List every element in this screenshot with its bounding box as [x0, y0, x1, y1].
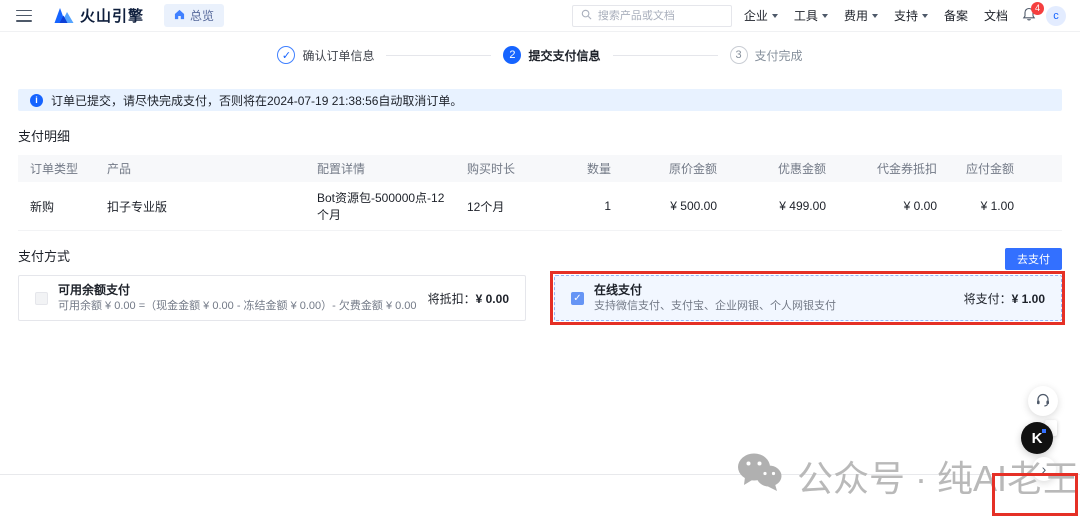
- chevron-down-icon: [872, 14, 878, 18]
- order-table-header: 订单类型 产品 配置详情 购买时长 数量 原价金额 优惠金额 代金券抵扣 应付金…: [18, 155, 1062, 182]
- payment-page: 火山引擎 总览 企业 工具 费用 支持 备案 文档 4: [0, 0, 1080, 518]
- col-discount: 优惠金额: [725, 155, 834, 182]
- search-input[interactable]: [598, 10, 723, 22]
- step-connector: [613, 55, 718, 56]
- step-connector: [386, 55, 491, 56]
- online-desc: 支持微信支付、支付宝、企业网银、个人网银支付: [594, 299, 964, 313]
- user-avatar[interactable]: c: [1046, 6, 1066, 26]
- balance-deduct-amount: 将抵扣：¥ 0.00: [428, 290, 509, 307]
- chevron-right-icon: ›: [1042, 461, 1047, 477]
- col-order-type: 订单类型: [18, 155, 95, 182]
- cell-config: Bot资源包-500000点-12个月: [305, 182, 455, 231]
- balance-info: 可用余额支付 可用余额 ¥ 0.00 =（现金金额 ¥ 0.00 - 冻结金额 …: [58, 283, 428, 313]
- order-submitted-banner: i 订单已提交，请尽快完成支付，否则将在2024-07-19 21:38:56自…: [18, 89, 1062, 111]
- banner-text: 订单已提交，请尽快完成支付，否则将在2024-07-19 21:38:56自动取…: [51, 92, 462, 109]
- cell-quantity: 1: [560, 182, 619, 231]
- chevron-down-icon: [822, 14, 828, 18]
- balance-desc: 可用余额 ¥ 0.00 =（现金金额 ¥ 0.00 - 冻结金额 ¥ 0.00）…: [58, 299, 428, 313]
- nav-support[interactable]: 支持: [894, 7, 928, 24]
- col-voucher: 代金券抵扣: [834, 155, 945, 182]
- step-number: 2: [503, 46, 521, 64]
- search-icon: [581, 9, 592, 23]
- customer-support-button[interactable]: [1028, 386, 1058, 416]
- assistant-avatar-button[interactable]: K: [1021, 422, 1053, 454]
- header-nav: 企业 工具 费用 支持 备案 文档: [744, 7, 1008, 24]
- logo-text: 火山引擎: [80, 5, 144, 26]
- col-product: 产品: [95, 155, 305, 182]
- info-icon: i: [30, 94, 43, 107]
- step-check-icon: ✓: [277, 46, 295, 64]
- step-payment-complete: 3 支付完成: [730, 46, 803, 64]
- col-original-price: 原价金额: [619, 155, 725, 182]
- online-info: 在线支付 支持微信支付、支付宝、企业网银、个人网银支付: [594, 283, 964, 313]
- cell-product: 扣子专业版: [95, 182, 305, 231]
- cell-payable: ¥ 1.00: [945, 182, 1062, 231]
- order-table-row: 新购 扣子专业版 Bot资源包-500000点-12个月 12个月 1 ¥ 50…: [18, 182, 1062, 231]
- nav-billing[interactable]: 费用: [844, 7, 878, 24]
- hamburger-menu-icon[interactable]: [16, 10, 32, 22]
- order-details-title: 支付明细: [18, 126, 1062, 145]
- chevron-down-icon: [922, 14, 928, 18]
- notification-bell[interactable]: 4: [1022, 7, 1036, 25]
- collapse-panel-button[interactable]: ›: [1032, 457, 1056, 481]
- payment-method-title: 支付方式: [18, 246, 1062, 265]
- nav-docs[interactable]: 文档: [984, 7, 1008, 24]
- col-duration: 购买时长: [455, 155, 560, 182]
- home-icon: [174, 9, 185, 23]
- cell-discount: ¥ 499.00: [725, 182, 834, 231]
- checkout-steps: ✓ 确认订单信息 2 提交支付信息 3 支付完成: [0, 45, 1080, 65]
- online-checkbox[interactable]: ✓: [571, 292, 584, 305]
- nav-icp[interactable]: 备案: [944, 7, 968, 24]
- cell-duration: 12个月: [455, 182, 560, 231]
- step-confirm-order: ✓ 确认订单信息: [277, 46, 374, 64]
- tab-overview-label: 总览: [190, 7, 214, 24]
- footer-bar: [0, 474, 1080, 518]
- step-submit-payment: 2 提交支付信息: [503, 46, 600, 64]
- order-table: 订单类型 产品 配置详情 购买时长 数量 原价金额 优惠金额 代金券抵扣 应付金…: [18, 155, 1062, 231]
- main-content: i 订单已提交，请尽快完成支付，否则将在2024-07-19 21:38:56自…: [0, 89, 1080, 321]
- col-quantity: 数量: [560, 155, 619, 182]
- nav-enterprise[interactable]: 企业: [744, 7, 778, 24]
- payment-options: 可用余额支付 可用余额 ¥ 0.00 =（现金金额 ¥ 0.00 - 冻结金额 …: [18, 275, 1062, 321]
- search-box[interactable]: [572, 5, 732, 27]
- assistant-letter: K: [1032, 430, 1043, 447]
- online-pay-amount: 将支付：¥ 1.00: [964, 290, 1045, 307]
- cell-voucher: ¥ 0.00: [834, 182, 945, 231]
- online-title: 在线支付: [594, 283, 964, 298]
- balance-payment-card[interactable]: 可用余额支付 可用余额 ¥ 0.00 =（现金金额 ¥ 0.00 - 冻结金额 …: [18, 275, 526, 321]
- step-number: 3: [730, 46, 748, 64]
- balance-checkbox[interactable]: [35, 292, 48, 305]
- volcengine-logo[interactable]: 火山引擎: [54, 5, 144, 26]
- go-pay-button[interactable]: 去支付: [1005, 248, 1062, 270]
- mountain-logo-icon: [54, 6, 74, 26]
- top-header: 火山引擎 总览 企业 工具 费用 支持 备案 文档 4: [0, 0, 1080, 32]
- online-payment-card[interactable]: ✓ 在线支付 支持微信支付、支付宝、企业网银、个人网银支付 将支付：¥ 1.00: [554, 275, 1062, 321]
- headset-icon: [1035, 392, 1051, 411]
- assistant-dot: [1042, 429, 1046, 433]
- notification-badge: 4: [1031, 2, 1044, 15]
- tab-overview[interactable]: 总览: [164, 4, 224, 27]
- nav-tools[interactable]: 工具: [794, 7, 828, 24]
- cell-original-price: ¥ 500.00: [619, 182, 725, 231]
- col-config: 配置详情: [305, 155, 455, 182]
- chevron-down-icon: [772, 14, 778, 18]
- col-payable: 应付金额: [945, 155, 1062, 182]
- balance-title: 可用余额支付: [58, 283, 428, 298]
- cell-order-type: 新购: [18, 182, 95, 231]
